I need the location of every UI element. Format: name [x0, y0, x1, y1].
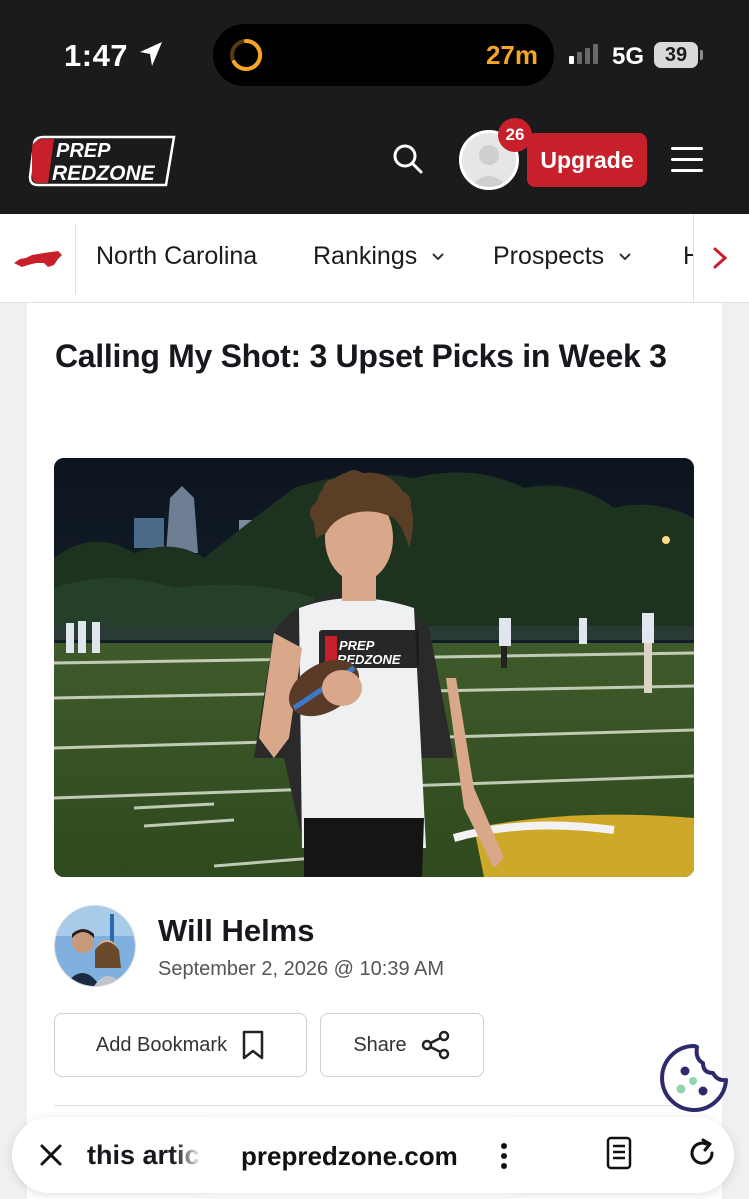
share-label: Share [353, 1033, 407, 1056]
battery-cap [700, 50, 703, 60]
cellular-signal-icon [569, 44, 598, 64]
upgrade-button[interactable]: Upgrade [527, 133, 647, 187]
section-nav: North Carolina Rankings Prospects H [0, 214, 749, 303]
publish-date: September 2, 2026 @ 10:39 AM [158, 958, 445, 980]
section-divider [54, 1105, 694, 1106]
bookmark-icon [242, 1030, 264, 1060]
article-card: Calling My Shot: 3 Upset Picks in Week 3 [27, 303, 722, 1199]
football-player-photo: PREP REDZONE [54, 458, 694, 877]
hamburger-menu-icon[interactable] [671, 147, 703, 173]
north-carolina-state-icon[interactable] [14, 247, 62, 269]
status-bar: 1:47 27m 5G 39 [0, 0, 749, 106]
timer-label: 27m [485, 40, 538, 70]
logo-text-top: PREP [56, 140, 111, 162]
share-icon [421, 1030, 449, 1060]
page-peek-text: this artic [87, 1140, 200, 1170]
nav-item-label: North Carolina [96, 242, 258, 270]
chevron-down-icon [432, 253, 444, 261]
nav-item-label: Prospects [493, 242, 605, 270]
search-icon[interactable] [392, 143, 424, 175]
nav-item-rankings[interactable]: Rankings [313, 242, 444, 271]
nav-item-prospects[interactable]: Prospects [493, 242, 631, 271]
location-arrow-icon [140, 42, 162, 66]
author-photo [55, 906, 135, 986]
add-bookmark-label: Add Bookmark [95, 1033, 228, 1056]
address-bar[interactable]: prepredzone.com [200, 1121, 546, 1189]
nav-scroll-right-button[interactable] [693, 214, 749, 302]
url-text[interactable]: prepredzone.com [241, 1141, 458, 1172]
status-time: 1:47 [64, 38, 129, 73]
reader-mode-icon[interactable] [606, 1136, 632, 1170]
site-header: PREP REDZONE 26 Upgrade [0, 106, 749, 214]
logo-text-bottom: REDZONE [52, 162, 156, 185]
chevron-right-icon [713, 247, 727, 269]
prepredzone-logo[interactable]: PREP REDZONE [28, 135, 178, 187]
chevron-down-icon [619, 253, 631, 261]
dynamic-island[interactable]: 27m [213, 24, 554, 86]
close-icon[interactable] [32, 1136, 70, 1174]
share-button[interactable]: Share [320, 1013, 484, 1077]
add-bookmark-button[interactable]: Add Bookmark [54, 1013, 307, 1077]
nav-item-north-carolina[interactable]: North Carolina [96, 242, 257, 271]
nav-item-label: Rankings [313, 242, 418, 270]
battery-icon: 39 [654, 42, 698, 68]
timer-ring-icon [230, 38, 263, 71]
more-options-icon[interactable] [500, 1142, 508, 1170]
article-title: Calling My Shot: 3 Upset Picks in Week 3 [55, 338, 667, 374]
reload-icon[interactable] [686, 1137, 718, 1169]
network-type: 5G [612, 43, 645, 70]
cookie-settings-icon[interactable] [659, 1043, 729, 1113]
nav-divider [75, 224, 76, 294]
article-hero-image[interactable]: PREP REDZONE [54, 458, 694, 877]
shirt-logo-top: PREP [339, 638, 375, 653]
browser-toolbar: this artic prepredzone.com [12, 1117, 734, 1193]
author-name[interactable]: Will Helms [158, 913, 314, 949]
author-avatar[interactable] [54, 905, 136, 987]
